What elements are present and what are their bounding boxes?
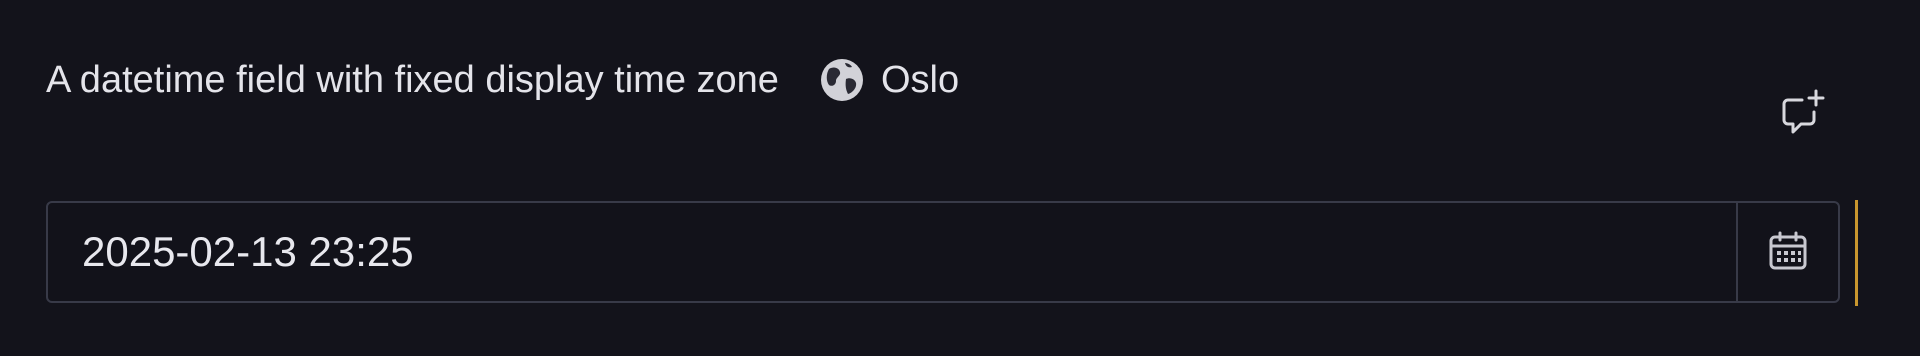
timezone-badge[interactable]: Oslo [819, 57, 959, 103]
datetime-field-panel: A datetime field with fixed display time… [0, 0, 1920, 356]
calendar-icon [1769, 231, 1807, 270]
field-label: A datetime field with fixed display time… [46, 58, 779, 101]
globe-icon [819, 57, 865, 103]
calendar-button[interactable] [1736, 203, 1838, 301]
change-indicator [1855, 200, 1858, 306]
datetime-input-group [46, 201, 1840, 303]
field-header: A datetime field with fixed display time… [46, 55, 959, 105]
datetime-input[interactable] [48, 203, 1736, 301]
add-comment-icon [1782, 89, 1825, 134]
add-comment-button[interactable] [1780, 88, 1826, 138]
timezone-name: Oslo [880, 58, 960, 101]
